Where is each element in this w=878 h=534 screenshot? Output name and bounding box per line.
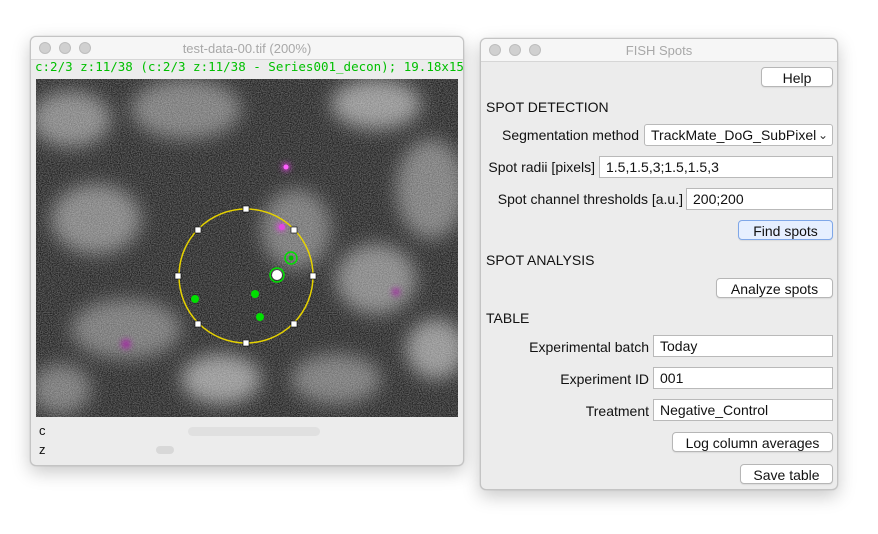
- segmentation-method-label: Segmentation method: [502, 127, 639, 143]
- image-canvas[interactable]: [36, 79, 458, 417]
- spot-analysis-heading: SPOT ANALYSIS: [486, 252, 595, 268]
- fish-window-titlebar[interactable]: FISH Spots: [481, 39, 837, 62]
- image-window-title: test-data-00.tif (200%): [182, 41, 312, 56]
- spot-radii-label: Spot radii [pixels]: [488, 159, 595, 175]
- save-table-button[interactable]: Save table: [740, 464, 833, 484]
- channel-slider-label: c: [39, 423, 46, 438]
- experiment-id-label: Experiment ID: [560, 371, 649, 387]
- image-window-titlebar[interactable]: test-data-00.tif (200%): [31, 37, 463, 60]
- treatment-label: Treatment: [585, 403, 649, 419]
- segmentation-method-select[interactable]: TrackMate_DoG_SubPixel ⌄: [644, 124, 833, 146]
- experimental-batch-label: Experimental batch: [529, 339, 649, 355]
- spot-channel-thresholds-label: Spot channel thresholds [a.u.]: [497, 191, 683, 207]
- image-window: test-data-00.tif (200%) c:2/3 z:11/38 (c…: [30, 36, 464, 466]
- experimental-batch-input[interactable]: Today: [653, 335, 833, 357]
- help-button[interactable]: Help: [761, 67, 833, 87]
- find-spots-button[interactable]: Find spots: [738, 220, 833, 240]
- channel-slider[interactable]: [188, 427, 320, 436]
- experiment-id-input[interactable]: 001: [653, 367, 833, 389]
- spot-channel-thresholds-input[interactable]: 200;200: [686, 188, 833, 210]
- fish-spots-window: FISH Spots Help SPOT DETECTION Segmentat…: [480, 38, 838, 490]
- microscopy-image: [36, 79, 458, 417]
- spot-radii-input[interactable]: 1.5,1.5,3;1.5,1.5,3: [599, 156, 833, 178]
- fish-window-title: FISH Spots: [625, 43, 693, 58]
- chevron-down-icon: ⌄: [817, 128, 828, 142]
- table-heading: TABLE: [486, 310, 530, 326]
- z-slider-label: z: [39, 442, 46, 457]
- treatment-input[interactable]: Negative_Control: [653, 399, 833, 421]
- log-column-averages-button[interactable]: Log column averages: [672, 432, 833, 452]
- z-slider[interactable]: [156, 446, 174, 454]
- segmentation-method-value: TrackMate_DoG_SubPixel: [651, 127, 817, 143]
- spot-detection-heading: SPOT DETECTION: [486, 99, 609, 115]
- image-info-line: c:2/3 z:11/38 (c:2/3 z:11/38 - Series001…: [35, 59, 463, 74]
- analyze-spots-button[interactable]: Analyze spots: [716, 278, 833, 298]
